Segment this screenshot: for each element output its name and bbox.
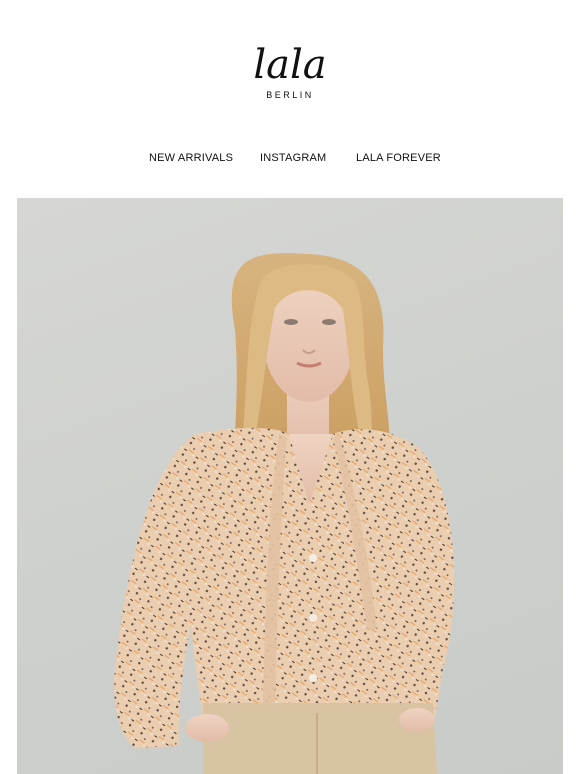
model-photo-icon [114, 253, 455, 774]
nav-lala-forever[interactable]: LALA FOREVER [356, 152, 441, 164]
lala-logo-icon: lala BERLIN [253, 42, 326, 100]
logo-subtitle: BERLIN [266, 90, 314, 100]
logo-script: lala [253, 42, 326, 88]
email-header: lala BERLIN NEW ARRIVALS INSTAGRAM LALA … [0, 0, 580, 198]
brand-logo[interactable]: lala BERLIN [230, 42, 350, 102]
nav-instagram[interactable]: INSTAGRAM [260, 152, 326, 164]
hero-image[interactable] [17, 198, 563, 774]
top-nav: NEW ARRIVALS INSTAGRAM LALA FOREVER [0, 152, 580, 168]
nav-new-arrivals[interactable]: NEW ARRIVALS [149, 152, 233, 164]
